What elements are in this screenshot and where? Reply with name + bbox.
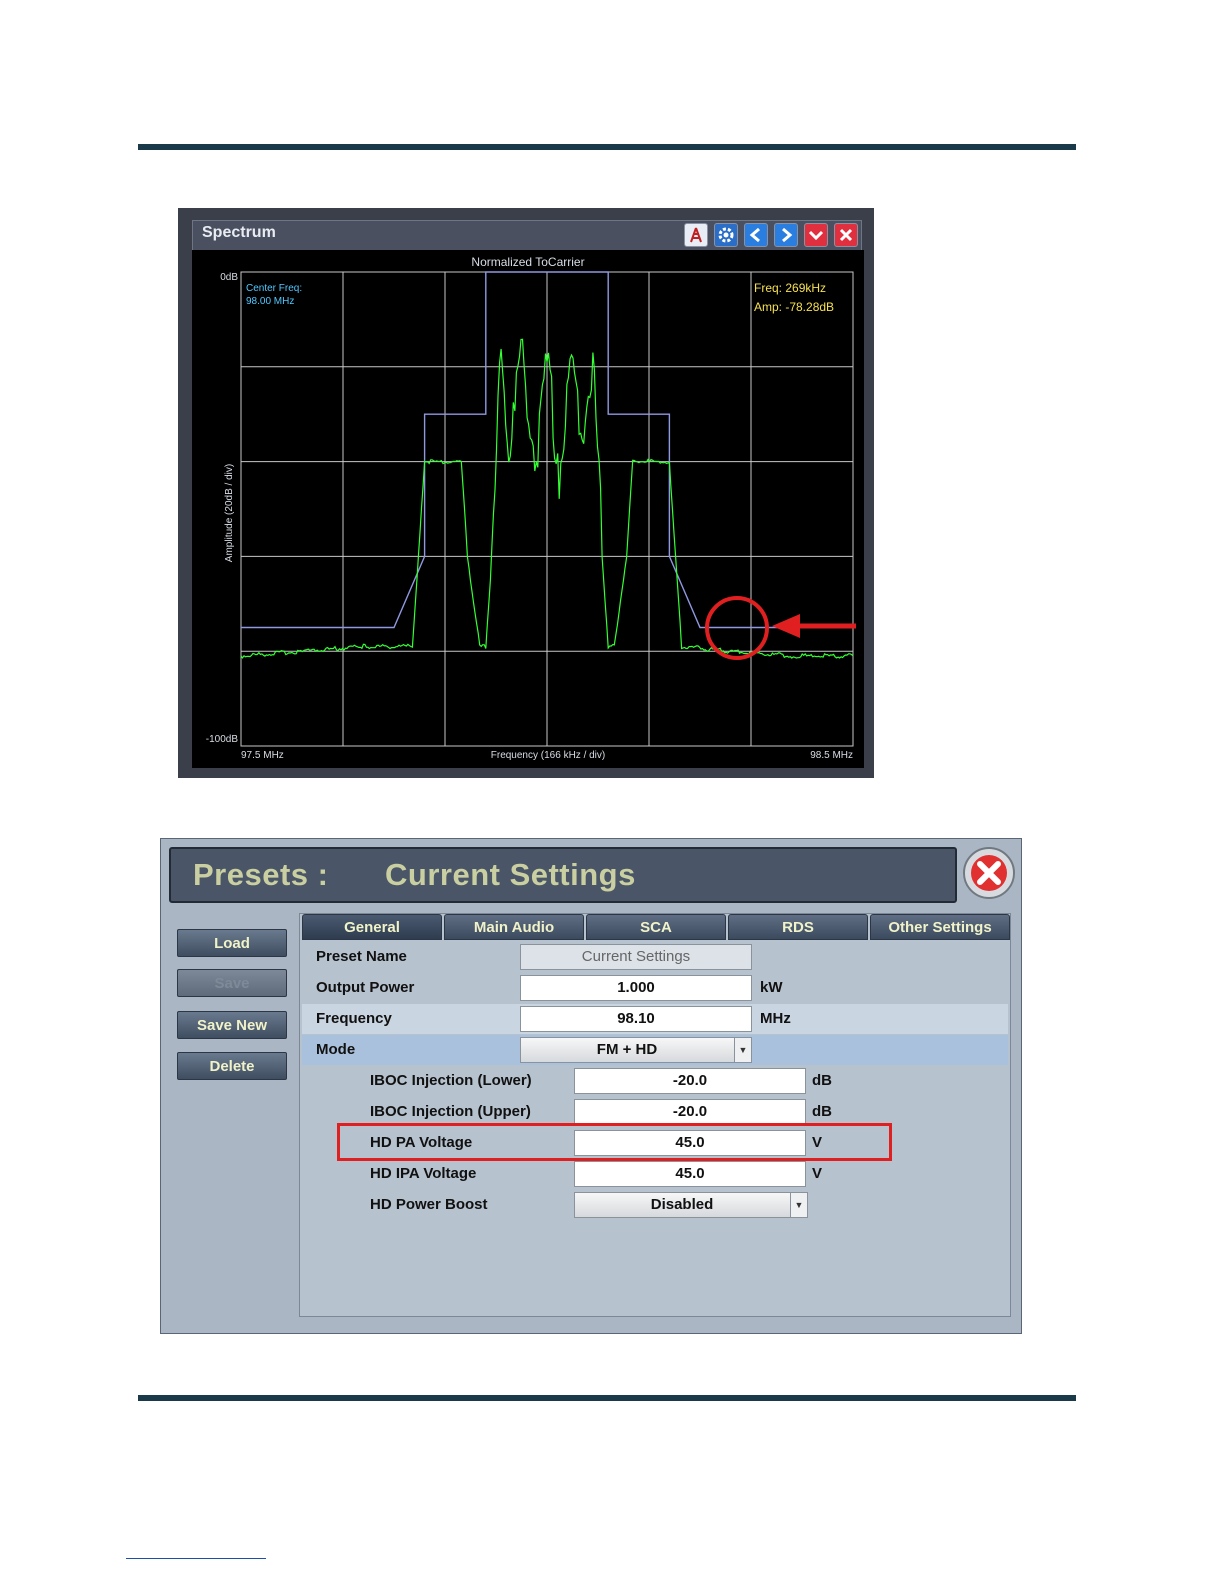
frequency-unit: MHz xyxy=(760,1010,791,1027)
highlight-box xyxy=(337,1123,892,1161)
iboc-upper-unit: dB xyxy=(812,1103,832,1120)
row-preset-name: Preset Name Current Settings xyxy=(302,942,1008,972)
y-top-label: 0dB xyxy=(220,272,238,283)
callout-annotation xyxy=(705,596,856,660)
iboc-lower-unit: dB xyxy=(812,1072,832,1089)
iboc-upper-label: IBOC Injection (Upper) xyxy=(370,1103,531,1120)
tower-icon[interactable] xyxy=(684,223,708,247)
center-freq-label: Center Freq: xyxy=(246,283,302,294)
output-power-field[interactable]: 1.000 xyxy=(520,975,752,1001)
arrow-right-icon[interactable] xyxy=(774,223,798,247)
frequency-field[interactable]: 98.10 xyxy=(520,1006,752,1032)
close-button[interactable] xyxy=(963,847,1015,899)
row-output-power: Output Power 1.000 kW xyxy=(302,973,1008,1003)
preset-name-label: Preset Name xyxy=(316,948,407,965)
presets-header: Presets : Current Settings xyxy=(169,847,957,903)
y-axis-label: Amplitude (20dB / div) xyxy=(224,464,235,562)
spectrum-plot: Normalized ToCarrier 0dB -100dB Amplitud… xyxy=(192,250,864,768)
tab-other-settings[interactable]: Other Settings xyxy=(870,914,1010,940)
tab-main-audio[interactable]: Main Audio xyxy=(444,914,584,940)
spectrum-chart: Normalized ToCarrier 0dB -100dB Amplitud… xyxy=(206,255,854,761)
output-power-unit: kW xyxy=(760,979,783,996)
arrow-head xyxy=(772,614,800,638)
footnote-rule xyxy=(126,1558,266,1559)
load-button[interactable]: Load xyxy=(177,929,287,957)
iboc-upper-field[interactable]: -20.0 xyxy=(574,1099,806,1125)
gear-icon[interactable] xyxy=(714,223,738,247)
hd-ipa-voltage-field[interactable]: 45.0 xyxy=(574,1161,806,1187)
chevron-down-icon[interactable] xyxy=(804,223,828,247)
save-button[interactable]: Save xyxy=(177,969,287,997)
mode-value: FM + HD xyxy=(596,1041,658,1058)
spectrum-title: Spectrum xyxy=(202,224,276,241)
footer-rule xyxy=(138,1395,1076,1401)
presets-title: Presets : xyxy=(193,857,329,892)
row-hd-power-boost: HD Power Boost Disabled ▼ xyxy=(302,1190,1008,1220)
presets-window: Presets : Current Settings Load Save Sav… xyxy=(160,838,1022,1334)
x-right-label: 98.5 MHz xyxy=(810,750,853,761)
freq-readout: Freq: 269kHz xyxy=(754,281,826,295)
mode-select[interactable]: FM + HD ▼ xyxy=(520,1037,752,1063)
hd-power-boost-value: Disabled xyxy=(650,1196,714,1213)
hd-ipa-voltage-unit: V xyxy=(812,1165,823,1182)
iboc-lower-field[interactable]: -20.0 xyxy=(574,1068,806,1094)
plot-title: Normalized ToCarrier xyxy=(471,255,584,269)
tabs-panel: General Main Audio SCA RDS Other Setting… xyxy=(299,913,1011,1317)
y-bottom-label: -100dB xyxy=(206,734,239,745)
highlight-circle xyxy=(705,596,769,660)
preset-name-field: Current Settings xyxy=(520,944,752,970)
save-new-button[interactable]: Save New xyxy=(177,1011,287,1039)
hd-power-boost-label: HD Power Boost xyxy=(370,1196,488,1213)
x-left-label: 97.5 MHz xyxy=(241,750,284,761)
x-axis-label: Frequency (166 kHz / div) xyxy=(491,750,606,761)
tab-sca[interactable]: SCA xyxy=(586,914,726,940)
tab-general[interactable]: General xyxy=(302,914,442,940)
center-freq-value: 98.00 MHz xyxy=(246,296,294,307)
row-iboc-lower: IBOC Injection (Lower) -20.0 dB xyxy=(302,1066,1008,1096)
iboc-lower-label: IBOC Injection (Lower) xyxy=(370,1072,532,1089)
delete-button[interactable]: Delete xyxy=(177,1052,287,1080)
mode-label: Mode xyxy=(316,1041,356,1058)
chevron-down-icon[interactable]: ▼ xyxy=(790,1193,807,1217)
frequency-label: Frequency xyxy=(316,1010,392,1027)
close-icon[interactable] xyxy=(834,223,858,247)
header-rule xyxy=(138,144,1076,150)
arrow-left-icon[interactable] xyxy=(744,223,768,247)
hd-ipa-voltage-label: HD IPA Voltage xyxy=(370,1165,477,1182)
row-frequency: Frequency 98.10 MHz xyxy=(302,1004,1008,1034)
tab-rds[interactable]: RDS xyxy=(728,914,868,940)
close-icon xyxy=(971,855,1007,891)
row-mode: Mode FM + HD ▼ xyxy=(302,1035,1008,1065)
output-power-label: Output Power xyxy=(316,979,415,996)
plot-grid xyxy=(240,271,854,747)
presets-subtitle: Current Settings xyxy=(385,857,636,892)
row-hd-ipa-voltage: HD IPA Voltage 45.0 V xyxy=(302,1159,1008,1189)
hd-power-boost-select[interactable]: Disabled ▼ xyxy=(574,1192,808,1218)
amp-readout: Amp: -78.28dB xyxy=(754,300,834,314)
chevron-down-icon[interactable]: ▼ xyxy=(734,1038,751,1062)
